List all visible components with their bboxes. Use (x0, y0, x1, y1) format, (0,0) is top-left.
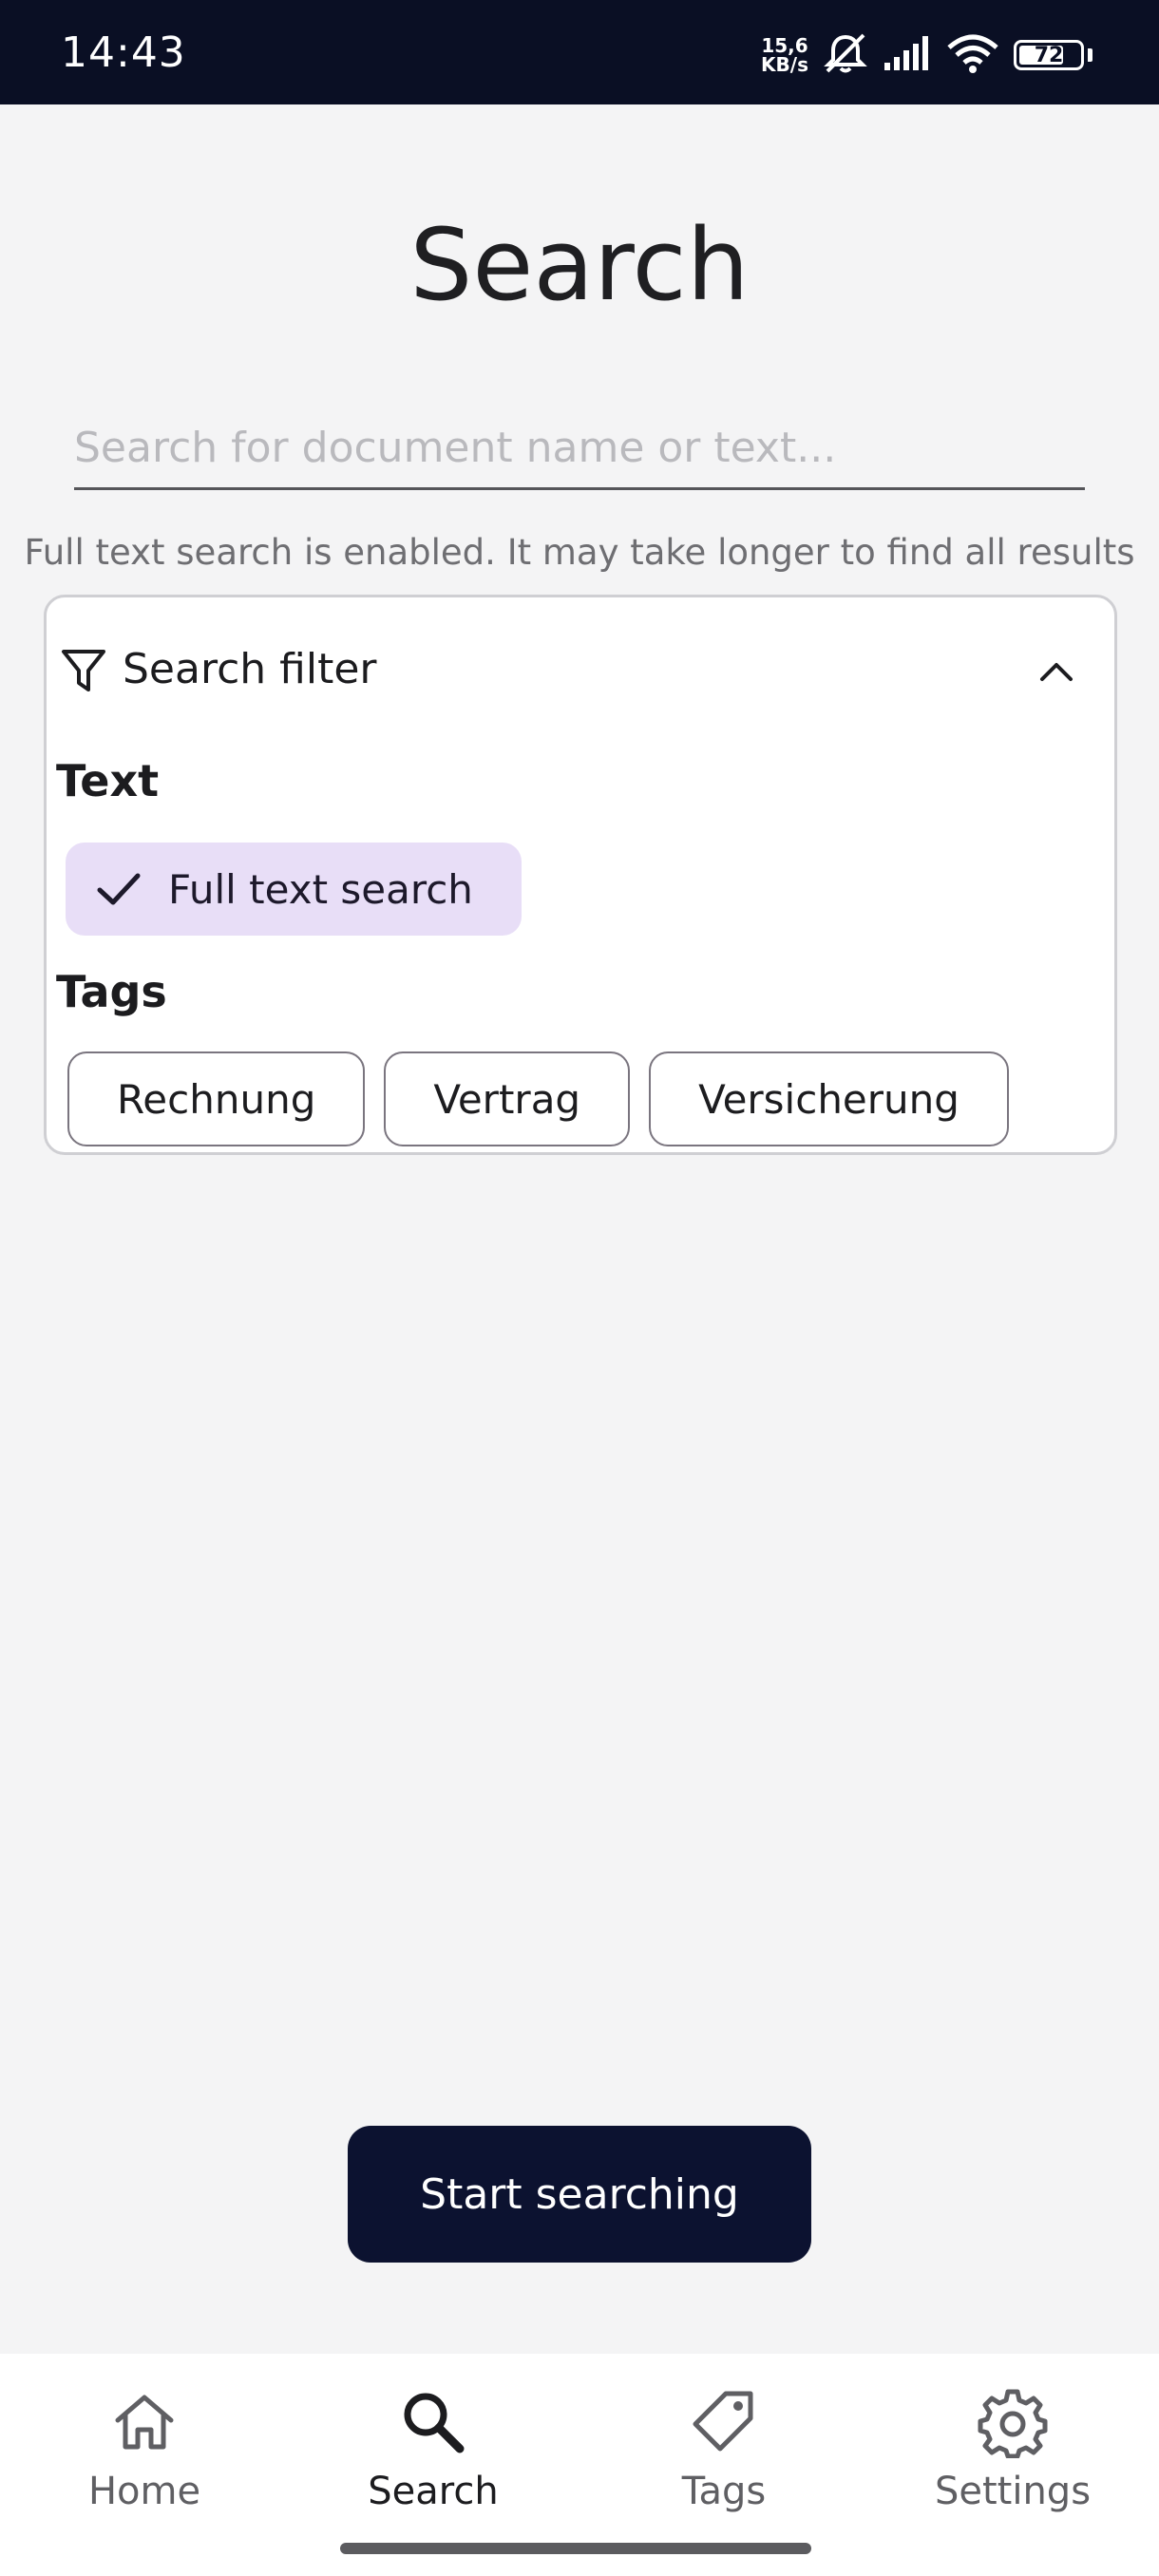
search-input[interactable] (74, 408, 1085, 490)
nav-item-search[interactable]: Search (329, 2386, 538, 2529)
network-speed-unit: KB/s (761, 53, 808, 76)
status-time: 14:43 (61, 28, 186, 77)
nav-label-home: Home (87, 2470, 201, 2513)
tag-chip-versicherung[interactable]: Versicherung (649, 1051, 1009, 1146)
signal-icon (883, 34, 932, 76)
status-bar: 14:43 15,6 KB/s 72 (0, 0, 1159, 104)
search-icon (329, 2386, 538, 2458)
search-filter-header[interactable]: Search filter (47, 597, 1114, 746)
tags-chip-row: Rechnung Vertrag Versicherung (67, 1051, 1009, 1148)
chevron-up-icon[interactable] (1036, 656, 1076, 687)
page-title: Search (409, 207, 750, 323)
nav-item-home[interactable]: Home (40, 2386, 249, 2529)
filter-icon (60, 647, 107, 694)
full-text-hint: Full text search is enabled. It may take… (24, 532, 1135, 573)
nav-label-settings: Settings (934, 2470, 1092, 2513)
battery-level: 72 (1034, 43, 1064, 67)
mute-icon (822, 31, 869, 79)
check-icon (92, 862, 145, 916)
network-speed: 15,6 KB/s (761, 36, 808, 74)
search-filter-title: Search filter (123, 645, 377, 693)
text-section-label: Text (56, 755, 160, 806)
nav-item-settings[interactable]: Settings (908, 2386, 1117, 2529)
search-filter-card: Search filter Text Full text search Tags… (44, 595, 1117, 1155)
wifi-icon (945, 32, 1000, 78)
start-searching-button[interactable]: Start searching (348, 2126, 811, 2263)
full-text-search-chip[interactable]: Full text search (66, 843, 522, 936)
home-icon (40, 2386, 249, 2458)
status-icons: 15,6 KB/s 72 (761, 27, 1092, 84)
nav-label-search: Search (368, 2470, 499, 2513)
tags-section-label: Tags (56, 966, 167, 1017)
tag-icon (619, 2386, 828, 2458)
network-speed-value: 15,6 (761, 34, 808, 57)
battery-icon: 72 (1014, 40, 1084, 70)
tag-chip-vertrag[interactable]: Vertrag (384, 1051, 631, 1146)
full-text-search-label: Full text search (168, 865, 473, 913)
home-indicator[interactable] (340, 2543, 811, 2554)
battery-tip (1088, 48, 1092, 62)
tag-chip-rechnung[interactable]: Rechnung (67, 1051, 366, 1146)
nav-item-tags[interactable]: Tags (619, 2386, 828, 2529)
nav-label-tags: Tags (681, 2470, 767, 2513)
settings-icon (908, 2386, 1117, 2458)
